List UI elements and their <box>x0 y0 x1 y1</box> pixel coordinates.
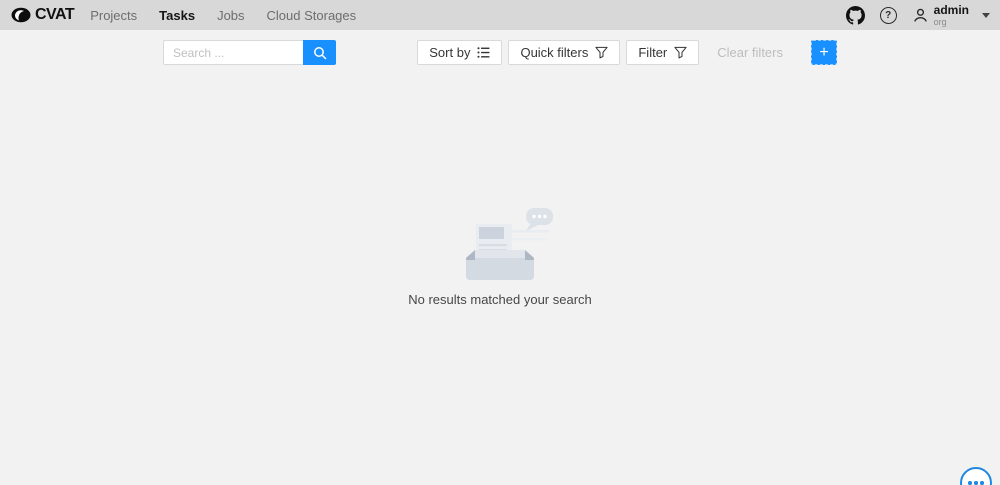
nav-item-projects[interactable]: Projects <box>90 8 137 23</box>
app-header: CVAT Projects Tasks Jobs Cloud Storages … <box>0 0 1000 30</box>
quick-filters-label: Quick filters <box>520 45 588 60</box>
plus-icon: + <box>819 45 828 61</box>
user-text: admin org <box>934 4 969 27</box>
filter-label: Filter <box>638 45 667 60</box>
empty-message: No results matched your search <box>408 292 592 307</box>
user-icon <box>912 7 929 24</box>
sort-list-icon <box>477 46 490 59</box>
cvat-logo-icon <box>10 7 32 23</box>
chevron-down-icon <box>982 13 990 18</box>
nav-item-cloud-storages[interactable]: Cloud Storages <box>267 8 357 23</box>
filter-funnel-icon <box>674 46 687 59</box>
quick-filters-button[interactable]: Quick filters <box>508 40 620 65</box>
nav-item-tasks[interactable]: Tasks <box>159 8 195 23</box>
create-task-button[interactable]: + <box>811 40 837 65</box>
toolbar-controls: Sort by Quick filters Filter <box>417 40 837 65</box>
tasks-toolbar: Sort by Quick filters Filter <box>163 40 837 65</box>
empty-state: No results matched your search <box>0 204 1000 307</box>
search-group <box>163 40 336 65</box>
main-nav: Projects Tasks Jobs Cloud Storages <box>90 8 356 23</box>
search-button[interactable] <box>303 40 336 65</box>
cvat-logo-text: CVAT <box>35 6 74 24</box>
header-right: ? admin org <box>846 4 990 27</box>
clear-filters-button[interactable]: Clear filters <box>711 45 789 60</box>
search-input[interactable] <box>163 40 303 65</box>
search-icon <box>313 46 327 60</box>
filter-button[interactable]: Filter <box>626 40 699 65</box>
nav-item-jobs[interactable]: Jobs <box>217 8 244 23</box>
user-menu[interactable]: admin org <box>912 4 990 27</box>
github-icon[interactable] <box>846 6 865 25</box>
chat-widget-button[interactable] <box>960 467 992 485</box>
cvat-logo[interactable]: CVAT <box>10 6 74 24</box>
help-icon[interactable]: ? <box>880 7 897 24</box>
sort-by-label: Sort by <box>429 45 470 60</box>
user-name: admin <box>934 4 969 16</box>
empty-inbox-icon <box>430 204 570 282</box>
filter-funnel-icon <box>595 46 608 59</box>
ellipsis-icon <box>968 481 972 485</box>
user-org: org <box>934 18 969 27</box>
sort-by-button[interactable]: Sort by <box>417 40 502 65</box>
